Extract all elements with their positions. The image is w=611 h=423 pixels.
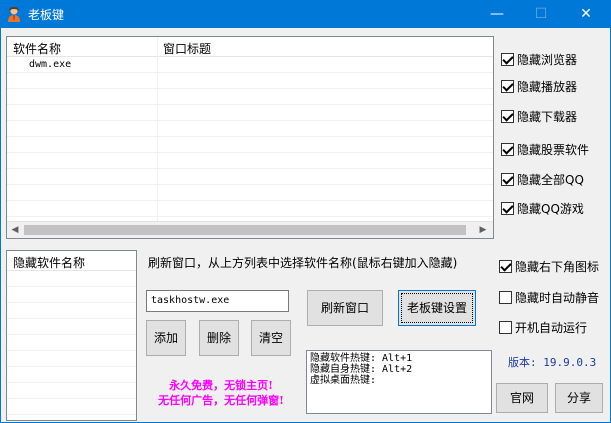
- table-row: [7, 153, 493, 169]
- hidden-software-list[interactable]: 隐藏软件名称: [6, 250, 137, 421]
- table-row: [7, 185, 493, 201]
- checkbox-checked-icon[interactable]: [501, 201, 514, 215]
- hotkey-info-box[interactable]: 隐藏软件热键: Alt+1 隐藏自身热键: Alt+2 虚拟桌面热键:: [306, 350, 492, 414]
- boss-key-settings-button[interactable]: 老板键设置: [398, 290, 476, 326]
- checkbox-label: 隐藏浏览器: [517, 52, 578, 67]
- checkbox-label: 隐藏下载器: [517, 109, 578, 124]
- close-icon: ✕: [580, 6, 592, 22]
- checkbox-label: 隐藏播放器: [517, 79, 578, 94]
- checkbox-hide-qq-games[interactable]: 隐藏QQ游戏: [501, 200, 584, 216]
- table-row: [7, 105, 493, 121]
- table-row: [7, 201, 493, 217]
- clear-button[interactable]: 清空: [251, 320, 291, 356]
- checkbox-hide-downloader[interactable]: 隐藏下载器: [501, 108, 577, 124]
- software-name-input[interactable]: taskhostw.exe: [146, 290, 289, 312]
- checkbox-label: 开机自动运行: [515, 320, 588, 335]
- close-button[interactable]: ✕: [566, 0, 606, 28]
- checkbox-hide-stock-software[interactable]: 隐藏股票软件: [501, 141, 589, 157]
- table-row: [7, 137, 493, 153]
- hotkey-hide-self: 隐藏自身热键: Alt+2: [310, 364, 413, 375]
- checkbox-hide-browser[interactable]: 隐藏浏览器: [501, 51, 577, 67]
- checkbox-checked-icon[interactable]: [501, 79, 514, 93]
- table-row[interactable]: dwm.exe: [7, 57, 493, 73]
- row-software-name: dwm.exe: [29, 59, 72, 70]
- title-bar[interactable]: 老板键 — ☐ ✕: [0, 0, 611, 28]
- checkbox-label: 隐藏QQ游戏: [517, 201, 584, 216]
- scrollbar-thumb[interactable]: [24, 225, 466, 235]
- checkbox-label: 隐藏股票软件: [517, 142, 590, 157]
- checkbox-unchecked-icon[interactable]: [499, 320, 512, 334]
- scroll-left-icon[interactable]: ◀: [9, 224, 21, 236]
- hotkey-hide-software: 隐藏软件热键: Alt+1: [310, 353, 413, 364]
- official-website-button[interactable]: 官网: [496, 383, 548, 413]
- list-item: [7, 303, 136, 319]
- checkbox-hide-tray-icon[interactable]: 隐藏右下角图标: [499, 258, 599, 274]
- refresh-window-button[interactable]: 刷新窗口: [307, 290, 383, 326]
- minimize-icon: —: [490, 6, 504, 22]
- list-item: [7, 319, 136, 335]
- process-list-header: 软件名称 窗口标题: [7, 37, 493, 57]
- list-item: [7, 383, 136, 399]
- add-button[interactable]: 添加: [146, 320, 186, 356]
- checkbox-hide-all-qq[interactable]: 隐藏全部QQ: [501, 171, 584, 187]
- column-header-software-name[interactable]: 软件名称: [13, 40, 61, 57]
- process-list[interactable]: 软件名称 窗口标题 dwm.exe ◀ ▶: [6, 36, 494, 239]
- promo-line-no-ads: 无任何广告，无任何弹窗!: [158, 394, 284, 407]
- table-row: [7, 73, 493, 89]
- maximize-icon: ☐: [534, 6, 548, 22]
- column-header-window-title[interactable]: 窗口标题: [163, 40, 211, 57]
- maximize-button: ☐: [521, 0, 561, 28]
- checkbox-auto-mute[interactable]: 隐藏时自动静音: [499, 289, 599, 305]
- checkbox-hide-player[interactable]: 隐藏播放器: [501, 78, 577, 94]
- list-item: [7, 287, 136, 303]
- table-row: [7, 89, 493, 105]
- delete-button[interactable]: 删除: [199, 320, 239, 356]
- horizontal-scrollbar[interactable]: ◀ ▶: [7, 221, 493, 238]
- checkbox-checked-icon[interactable]: [501, 142, 514, 156]
- list-item: [7, 367, 136, 383]
- checkbox-label: 隐藏时自动静音: [515, 290, 600, 305]
- hotkey-virtual-desktop: 虚拟桌面热键:: [310, 375, 377, 386]
- checkbox-unchecked-icon[interactable]: [499, 290, 512, 304]
- instruction-text: 刷新窗口，从上方列表中选择软件名称(鼠标右键加入隐藏): [148, 256, 458, 270]
- checkbox-checked-icon[interactable]: [501, 52, 514, 66]
- hidden-list-header[interactable]: 隐藏软件名称: [7, 251, 136, 271]
- checkbox-label: 隐藏右下角图标: [515, 259, 600, 274]
- list-item: [7, 399, 136, 415]
- promo-line-free: 永久免费，无锁主页!: [169, 379, 273, 392]
- table-row: [7, 121, 493, 137]
- table-row: [7, 169, 493, 185]
- minimize-button[interactable]: —: [477, 0, 517, 28]
- scroll-right-icon[interactable]: ▶: [477, 224, 489, 236]
- window-client-area: 软件名称 窗口标题 dwm.exe ◀ ▶ 隐藏浏览器 隐藏播放器 隐藏下载器 …: [1, 28, 610, 422]
- list-item: [7, 335, 136, 351]
- window-title: 老板键: [28, 8, 65, 22]
- checkbox-checked-icon[interactable]: [501, 172, 514, 186]
- app-person-icon: [8, 7, 20, 22]
- share-button[interactable]: 分享: [555, 383, 603, 413]
- checkbox-auto-start[interactable]: 开机自动运行: [499, 319, 587, 335]
- checkbox-checked-icon[interactable]: [499, 259, 512, 273]
- checkbox-label: 隐藏全部QQ: [517, 172, 584, 187]
- list-item: [7, 351, 136, 367]
- list-item: [7, 271, 136, 287]
- version-label: 版本: 19.9.0.3: [508, 356, 597, 369]
- checkbox-checked-icon[interactable]: [501, 109, 514, 123]
